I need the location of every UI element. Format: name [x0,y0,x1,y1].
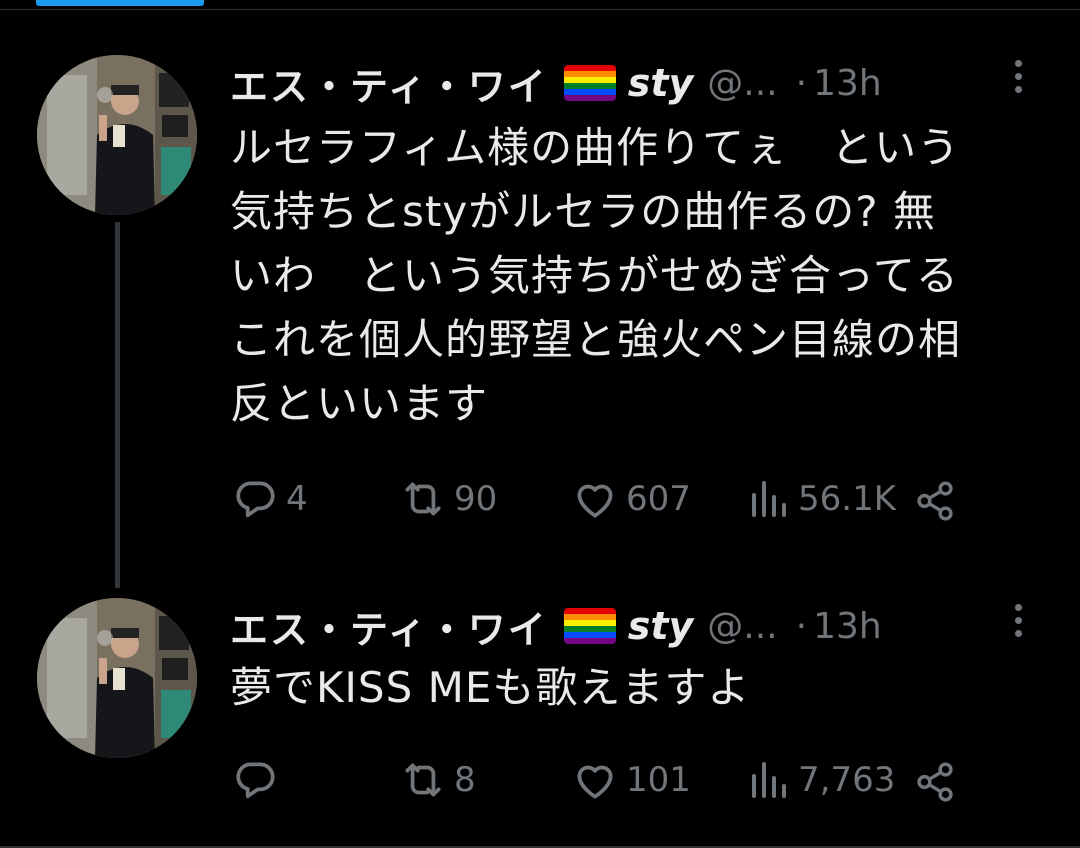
author-name[interactable]: エス・ティ・ワイ [230,56,548,111]
views-icon [752,762,786,798]
tweet-text-line: 夢でKISS MEも歌えますよ [230,663,751,712]
views-count: 7,763 [798,760,896,800]
heart-icon [577,484,613,518]
reply-button[interactable] [230,755,286,805]
author-name[interactable]: エス・ティ・ワイ [230,599,548,654]
action-bar: 4 90 607 56.1K [230,474,990,524]
tweet-text: 夢でKISS MEも歌えますよ [230,656,1050,720]
tweet-text: ルセラフィム様の曲作りてぇ という 気持ちとstyがルセラの曲作るの? 無 いわ… [230,116,1050,436]
timestamp[interactable]: 13h [813,606,882,647]
avatar-photo [37,55,197,215]
author-handle[interactable]: @... [707,63,777,104]
avatar-photo [37,598,197,758]
like-count: 607 [626,479,691,519]
reply-button[interactable]: 4 [230,474,308,524]
tweet-header: エス・ティ・ワイ sty @... · 13h [230,599,882,654]
tweet-header: エス・ティ・ワイ sty @... · 13h [230,56,882,111]
avatar[interactable] [37,598,197,758]
views-button[interactable]: 56.1K [744,474,896,524]
like-count: 101 [626,760,691,800]
tweet-text-line: いわ という気持ちがせめぎ合ってる [230,251,959,300]
share-icon [917,762,953,802]
tweet-text-line: これを個人的野望と強火ペン目線の相 [230,315,962,364]
separator-dot: · [795,605,808,647]
tweet[interactable]: エス・ティ・ワイ sty @... · 13h 夢でKISS MEも歌えますよ [0,590,1080,846]
timestamp[interactable]: 13h [813,63,882,104]
reply-count: 4 [286,479,308,519]
reply-icon [236,762,275,799]
heart-icon [577,765,613,799]
views-count: 56.1K [798,479,896,519]
tweet-text-line: 気持ちとstyがルセラの曲作るの? 無 [230,187,936,236]
like-button[interactable]: 607 [570,474,691,524]
more-icon[interactable] [1011,604,1025,644]
views-icon [752,481,786,517]
avatar[interactable] [37,55,197,215]
tweet-text-line: ルセラフィム様の曲作りてぇ という [230,123,961,172]
tweet-text-line: 反といいます [230,379,489,428]
rainbow-flag-icon [563,608,616,644]
retweet-icon [405,482,441,516]
author-name-suffix[interactable]: sty [628,61,694,105]
like-button[interactable]: 101 [570,755,691,805]
share-button[interactable] [912,478,958,528]
retweet-count: 8 [454,760,476,800]
share-icon [917,481,953,521]
author-handle[interactable]: @... [707,606,777,647]
share-button[interactable] [912,759,958,809]
rainbow-flag-icon [563,65,616,101]
retweet-button[interactable]: 8 [398,755,476,805]
retweet-count: 90 [454,479,498,519]
action-bar: 8 101 7,763 [230,755,990,805]
views-button[interactable]: 7,763 [744,755,895,805]
author-name-suffix[interactable]: sty [628,604,694,648]
more-icon[interactable] [1011,60,1025,100]
reply-icon [236,481,275,518]
tweet[interactable]: エス・ティ・ワイ sty @... · 13h ルセラフィム様の曲作りてぇ とい… [0,0,1080,590]
retweet-icon [405,763,441,797]
retweet-button[interactable]: 90 [398,474,497,524]
separator-dot: · [795,62,808,104]
